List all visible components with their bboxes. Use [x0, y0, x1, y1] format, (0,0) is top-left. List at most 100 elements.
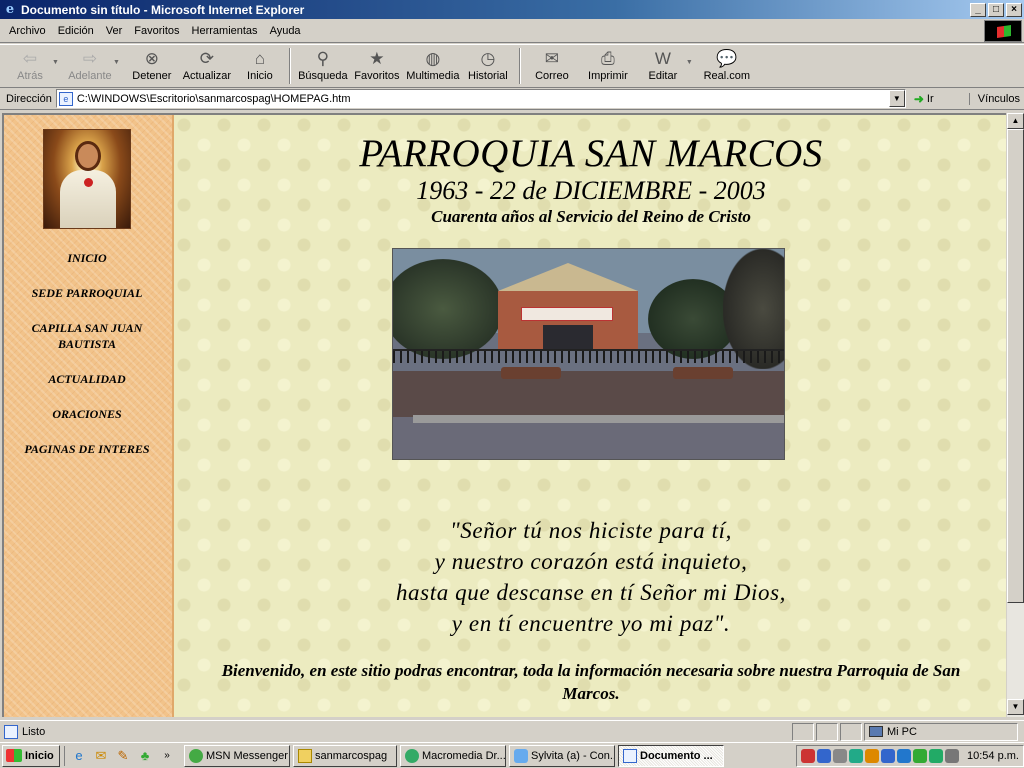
task-macromedia[interactable]: Macromedia Dr...: [400, 744, 506, 767]
volume-icon[interactable]: [833, 748, 848, 763]
nav-link-oraciones[interactable]: ORACIONES: [4, 406, 170, 422]
tray-icon[interactable]: [801, 748, 816, 763]
forward-label: Adelante: [68, 70, 112, 82]
task-label: Macromedia Dr...: [422, 749, 506, 762]
dreamweaver-icon: [405, 748, 419, 763]
maximize-button[interactable]: □: [988, 2, 1004, 17]
chat-icon: [514, 748, 528, 763]
menu-bar: Archivo Edición Ver Favoritos Herramient…: [0, 19, 1024, 43]
page-subtitle: Cuarenta años al Servicio del Reino de C…: [431, 207, 751, 226]
tray-icon[interactable]: [897, 748, 912, 763]
media-label: Multimedia: [406, 70, 460, 82]
go-arrow-icon: ➜: [913, 91, 924, 106]
forward-arrow-icon: ⇨: [82, 49, 98, 68]
scroll-thumb[interactable]: [1007, 129, 1024, 603]
pencil-quicklaunch-icon[interactable]: ✎: [115, 748, 131, 764]
menu-herramientas[interactable]: Herramientas: [186, 25, 264, 37]
start-button[interactable]: Inicio: [2, 744, 60, 767]
stop-icon: ⊗: [144, 49, 159, 68]
minimize-button[interactable]: _: [970, 2, 986, 17]
address-input[interactable]: [76, 92, 889, 105]
back-arrow-icon: ⇦: [22, 49, 38, 68]
nav-link-actualidad[interactable]: ACTUALIDAD: [4, 371, 170, 387]
back-button[interactable]: ⇦ Atrás: [6, 45, 54, 87]
page-dates: 1963 - 22 de DICIEMBRE - 2003: [416, 176, 766, 205]
links-button[interactable]: Vínculos: [968, 92, 1020, 105]
search-icon: ⚲: [316, 49, 330, 68]
title-bar: e Documento sin título - Microsoft Inter…: [0, 0, 1024, 19]
edit-word-icon: W: [654, 49, 671, 68]
print-button[interactable]: ⎙ Imprimir: [578, 45, 638, 87]
quote-line: "Señor tú nos hiciste para tí,: [450, 518, 732, 543]
forward-button[interactable]: ⇨ Adelante: [65, 45, 115, 87]
print-label: Imprimir: [588, 70, 628, 82]
real-label: Real.com: [703, 70, 751, 82]
church-photo: [392, 248, 785, 460]
address-dropdown-button[interactable]: ▼: [888, 90, 905, 107]
photo-fence: [393, 349, 784, 363]
edit-label: Editar: [648, 70, 678, 82]
nav-link-paginas-de-interes[interactable]: PAGINAS DE INTERES: [4, 441, 170, 457]
back-label: Atrás: [17, 70, 43, 82]
page-status-icon: [4, 724, 18, 739]
home-icon: ⌂: [254, 49, 266, 68]
tray-icon[interactable]: [849, 748, 864, 763]
nav-link-inicio[interactable]: INICIO: [4, 250, 170, 266]
vertical-scrollbar[interactable]: ▲ ▼: [1006, 113, 1024, 717]
task-sylvita-chat[interactable]: Sylvita (a) - Con...: [509, 744, 615, 767]
edit-button[interactable]: W Editar: [638, 45, 688, 87]
stop-button[interactable]: ⊗ Detener: [126, 45, 178, 87]
search-button[interactable]: ⚲ Búsqueda: [296, 45, 350, 87]
folder-icon: [298, 748, 312, 763]
windows-logo-icon: [984, 19, 1022, 42]
clock[interactable]: 10:54 p.m.: [967, 750, 1019, 762]
my-computer-icon: [869, 726, 883, 737]
menu-ver[interactable]: Ver: [100, 25, 129, 37]
home-label: Inicio: [247, 70, 273, 82]
windows-flag-icon: [6, 749, 22, 762]
nav-link-sede-parroquial[interactable]: SEDE PARROQUIAL: [4, 285, 170, 301]
system-tray: 10:54 p.m.: [796, 744, 1024, 767]
tray-icon[interactable]: [929, 748, 944, 763]
history-button[interactable]: ◷ Historial: [462, 45, 514, 87]
tray-icon[interactable]: [865, 748, 880, 763]
window-title: Documento sin título - Microsoft Interne…: [21, 2, 305, 17]
task-msn-messenger[interactable]: MSN Messenger: [184, 744, 290, 767]
network-icon[interactable]: [945, 748, 960, 763]
home-button[interactable]: ⌂ Inicio: [236, 45, 284, 87]
scroll-up-button[interactable]: ▲: [1007, 113, 1024, 129]
start-label: Inicio: [25, 749, 54, 762]
status-text: Listo: [22, 725, 46, 738]
favorites-folder-icon: ★: [369, 49, 385, 68]
tray-icon[interactable]: [817, 748, 832, 763]
tray-icon[interactable]: [913, 748, 928, 763]
tray-icon[interactable]: [881, 748, 896, 763]
security-zone: Mi PC: [864, 722, 1018, 741]
favorites-button[interactable]: ★ Favoritos: [350, 45, 404, 87]
menu-favoritos[interactable]: Favoritos: [128, 25, 185, 37]
msn-quicklaunch-icon[interactable]: ♣: [137, 748, 153, 764]
mail-button[interactable]: ✉ Correo: [526, 45, 578, 87]
photo-roof: [498, 263, 638, 291]
prayer-quote: "Señor tú nos hiciste para tí, y nuestro…: [174, 515, 1006, 639]
task-sanmarcospag[interactable]: sanmarcospag: [293, 744, 397, 767]
outlook-quicklaunch-icon[interactable]: ✉: [93, 748, 109, 764]
close-button[interactable]: ×: [1006, 2, 1022, 17]
media-button[interactable]: ◍ Multimedia: [404, 45, 462, 87]
refresh-button[interactable]: ⟳ Actualizar: [178, 45, 236, 87]
address-label: Dirección: [6, 92, 52, 105]
go-button[interactable]: ➜ Ir: [914, 92, 934, 106]
scroll-down-button[interactable]: ▼: [1007, 699, 1024, 715]
image-heart: [84, 178, 93, 187]
ie-quicklaunch-icon[interactable]: e: [71, 748, 87, 764]
quicklaunch-more-icon[interactable]: »: [159, 748, 175, 764]
nav-link-capilla-san-juan[interactable]: CAPILLA SAN JUAN BAUTISTA: [22, 320, 152, 352]
real-button[interactable]: 💬 Real.com: [699, 45, 755, 87]
menu-ayuda[interactable]: Ayuda: [264, 25, 307, 37]
menu-edicion[interactable]: Edición: [52, 25, 100, 37]
go-label: Ir: [926, 92, 934, 105]
task-documento[interactable]: Documento ...: [618, 744, 724, 767]
menu-archivo[interactable]: Archivo: [0, 25, 52, 37]
photo-rock: [673, 367, 733, 379]
mail-label: Correo: [535, 70, 569, 82]
